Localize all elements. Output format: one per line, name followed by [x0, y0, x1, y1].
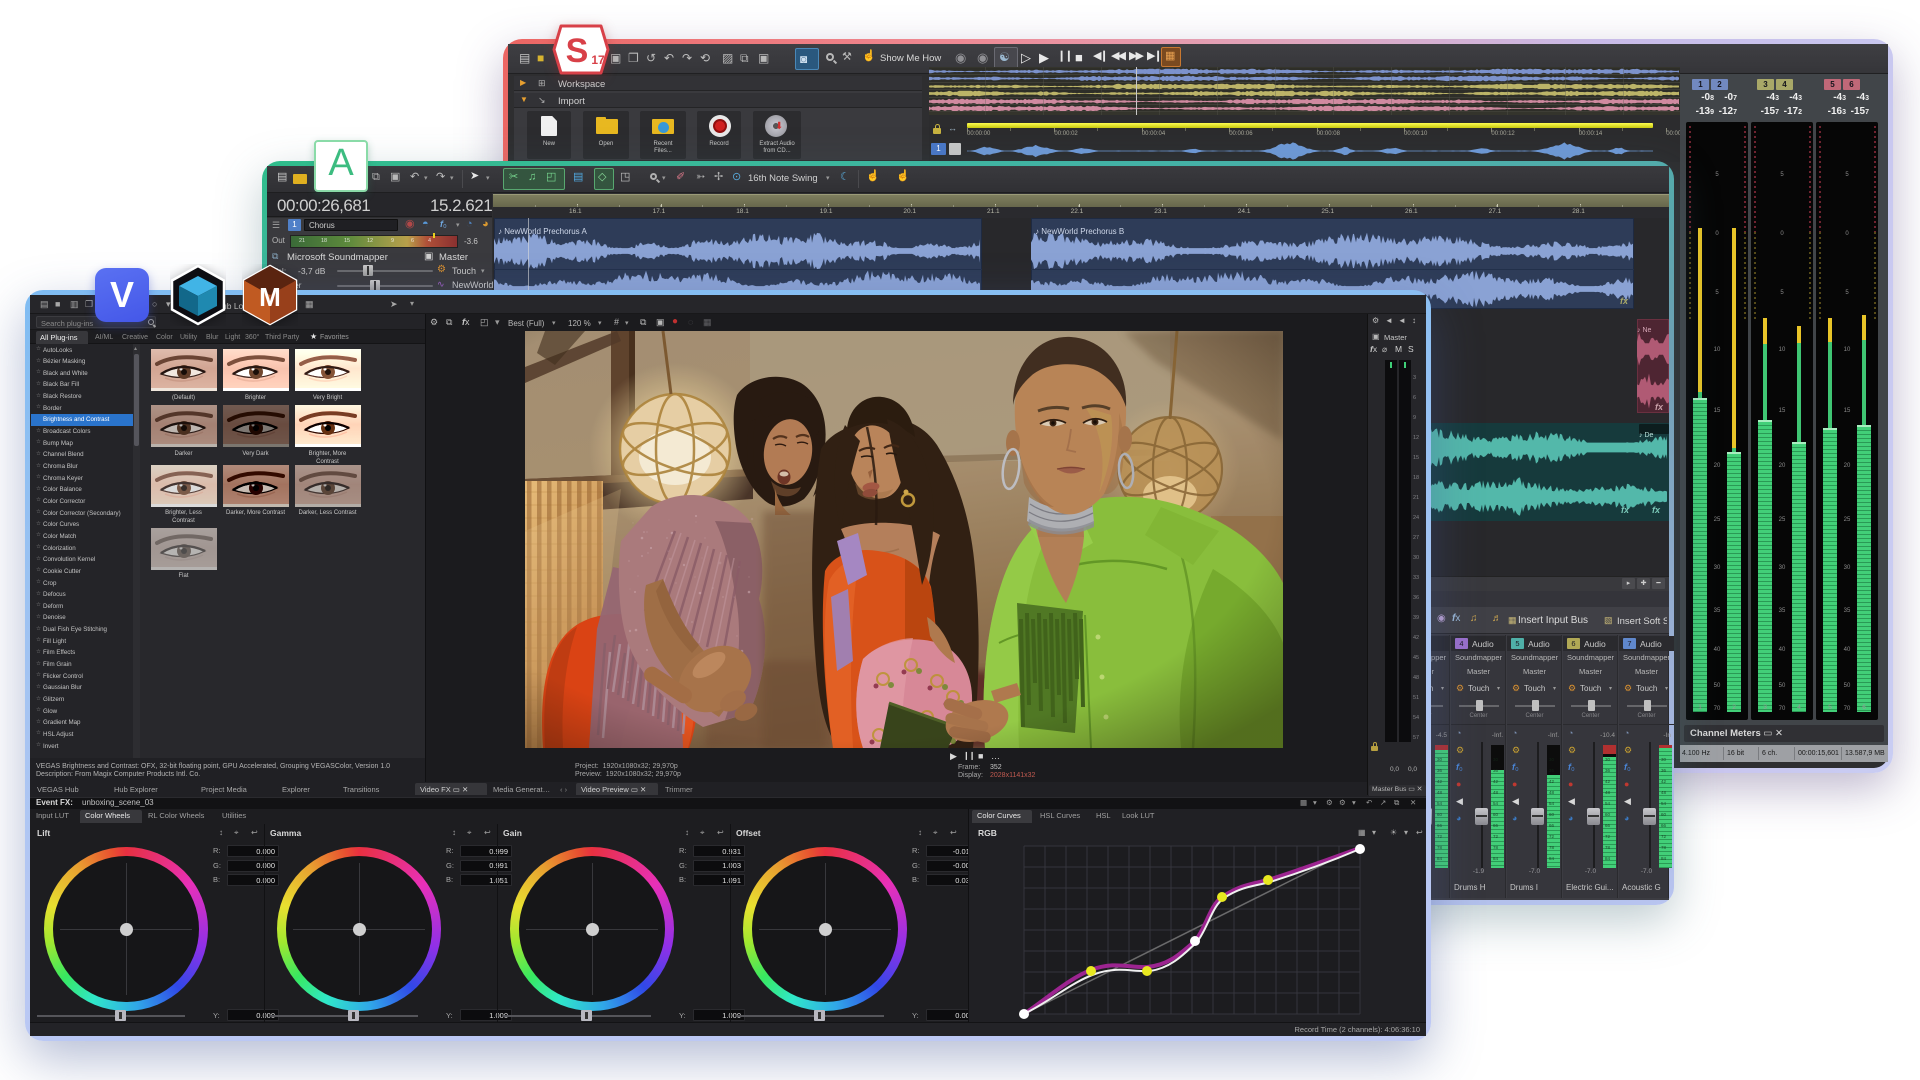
- svg-text:S: S: [566, 32, 589, 70]
- svg-text:17: 17: [591, 53, 605, 67]
- svg-text:M: M: [259, 282, 281, 312]
